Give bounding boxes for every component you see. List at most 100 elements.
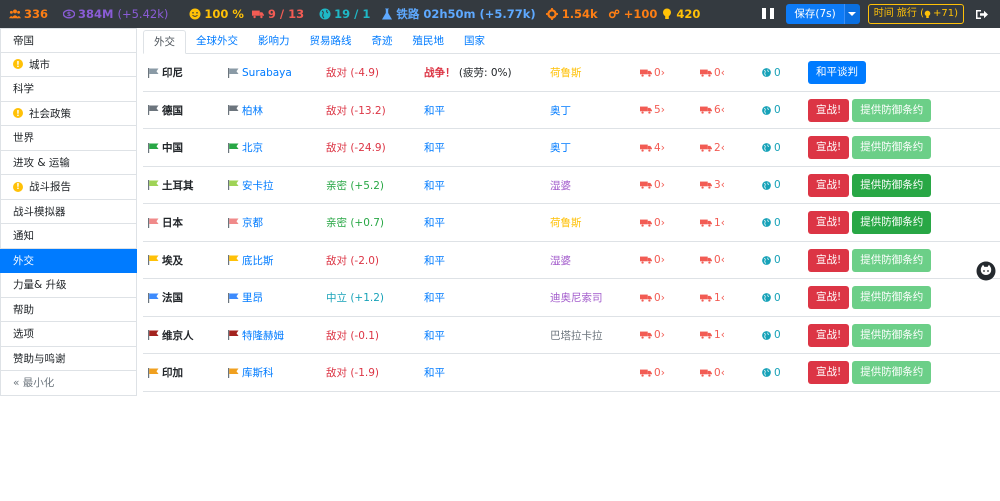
nation-name[interactable]: 印加: [148, 354, 183, 392]
github-cat-icon[interactable]: [976, 261, 996, 281]
truck-icon: [700, 256, 712, 264]
declare-war-button[interactable]: 宣战!: [808, 211, 850, 235]
nation-name[interactable]: 日本: [148, 204, 183, 242]
save-dropdown-toggle[interactable]: [843, 4, 860, 24]
defense-pact-button[interactable]: 提供防御条约: [852, 361, 932, 385]
tab[interactable]: 贸易路线: [300, 30, 362, 54]
flag-icon: [148, 330, 159, 341]
flag-icon: [148, 217, 159, 228]
money-icon: $: [62, 8, 75, 21]
capital-city[interactable]: 里昂: [228, 279, 263, 317]
diplomatic-status: 和平: [424, 367, 445, 380]
sidebar-item[interactable]: 赞助与鸣谢: [0, 346, 137, 371]
capital-city-label: 库斯科: [242, 367, 274, 380]
time-travel-button[interactable]: 时间 旅行 ( +71): [867, 4, 964, 24]
tab[interactable]: 国家: [454, 30, 495, 54]
declare-war-button[interactable]: 宣战!: [808, 136, 850, 160]
truck-icon: [252, 8, 265, 21]
capital-city[interactable]: 北京: [228, 129, 263, 167]
truck-icon: [700, 369, 712, 377]
declare-war-button[interactable]: 宣战!: [808, 323, 850, 347]
defense-pact-button[interactable]: 提供防御条约: [852, 136, 932, 160]
nation-name[interactable]: 中国: [148, 129, 183, 167]
sidebar-item[interactable]: 通知: [0, 224, 137, 249]
defense-pact-button[interactable]: 提供防御条约: [852, 98, 932, 122]
sidebar-item[interactable]: 科学: [0, 77, 137, 102]
declare-war-button[interactable]: 宣战!: [808, 248, 850, 272]
chevron-right-icon: ›: [660, 66, 665, 79]
capital-city[interactable]: 底比斯: [228, 242, 274, 280]
ideas-stat[interactable]: 420: [660, 7, 700, 21]
tab[interactable]: 奇迹: [362, 30, 403, 54]
research-stat[interactable]: 铁路 02h50m (+5.77k): [380, 6, 536, 22]
units-sent-value: 0: [654, 291, 661, 304]
capital-city[interactable]: Surabaya: [228, 54, 292, 92]
defense-pact-button[interactable]: 提供防御条约: [852, 173, 932, 197]
population-stat[interactable]: 336: [8, 7, 48, 21]
capital-city[interactable]: 京都: [228, 204, 263, 242]
sidebar-item[interactable]: 力量& 升级: [0, 273, 137, 298]
defense-pact-button[interactable]: 提供防御条约: [852, 286, 932, 310]
chevron-left-icon: ‹: [720, 179, 725, 192]
nation-name[interactable]: 土耳其: [148, 167, 194, 205]
industry-stat[interactable]: 1.54k: [546, 7, 598, 21]
sidebar-item[interactable]: ! 城市: [0, 52, 137, 77]
tab[interactable]: 影响力: [248, 30, 300, 54]
sidebar-item[interactable]: 战斗模拟器: [0, 199, 137, 224]
save-button[interactable]: 保存(7s): [786, 4, 844, 24]
happiness-stat[interactable]: 100 %: [188, 7, 244, 21]
flag-icon: [228, 330, 239, 341]
declare-war-button[interactable]: 宣战!: [808, 173, 850, 197]
nation-name-label: 维京人: [162, 329, 194, 342]
chevron-right-icon: ›: [660, 141, 665, 154]
declare-war-button[interactable]: 宣战!: [808, 98, 850, 122]
globe-icon: [762, 180, 771, 190]
flag-icon: [228, 142, 239, 153]
declare-war-button[interactable]: 宣战!: [808, 361, 850, 385]
pause-button[interactable]: [762, 8, 775, 20]
capital-city[interactable]: 柏林: [228, 92, 263, 130]
sidebar-item[interactable]: 世界: [0, 126, 137, 151]
sidebar-item[interactable]: 帝国: [0, 28, 137, 53]
war-status: 战争！: [424, 67, 456, 80]
minimize-button[interactable]: « 最小化: [0, 371, 137, 396]
defense-pact-button[interactable]: 提供防御条约: [852, 211, 932, 235]
nation-name[interactable]: 德国: [148, 92, 183, 130]
production-stat[interactable]: +100: [608, 7, 657, 21]
nation-name[interactable]: 维京人: [148, 317, 194, 355]
tab[interactable]: 殖民地: [403, 30, 455, 54]
action-buttons: 宣战! 提供防御条约: [808, 242, 934, 280]
declare-war-button[interactable]: 宣战!: [808, 286, 850, 310]
capital-city[interactable]: 特隆赫姆: [228, 317, 284, 355]
peace-talks-button[interactable]: 和平谈判: [808, 61, 866, 85]
sidebar-item[interactable]: ! 社会政策: [0, 101, 137, 126]
nation-name-label: 法国: [162, 292, 183, 305]
exit-icon[interactable]: [976, 9, 992, 20]
influence-stat[interactable]: 19 / 1: [318, 7, 370, 21]
capital-city[interactable]: 安卡拉: [228, 167, 274, 205]
sidebar-item[interactable]: 选项: [0, 322, 137, 347]
sidebar-item[interactable]: ! 战斗报告: [0, 175, 137, 200]
money-stat[interactable]: $ 384M (+5.42k): [62, 7, 168, 21]
sidebar-item-label: 外交: [13, 254, 34, 267]
truck-icon: [700, 106, 712, 114]
supply-stat[interactable]: 9 / 13: [252, 7, 304, 21]
units-sent: 0 ›: [640, 167, 665, 205]
nation-name[interactable]: 法国: [148, 279, 183, 317]
capital-city[interactable]: 库斯科: [228, 354, 274, 392]
defense-pact-button[interactable]: 提供防御条约: [852, 323, 932, 347]
influence-value: 0: [774, 366, 781, 379]
units-received-value: 1: [714, 291, 721, 304]
sidebar-item[interactable]: 外交: [0, 248, 137, 273]
nation-name[interactable]: 埃及: [148, 242, 183, 280]
defense-pact-button[interactable]: 提供防御条约: [852, 248, 932, 272]
tab[interactable]: 全球外交: [186, 30, 248, 54]
sidebar-item[interactable]: 帮助: [0, 297, 137, 322]
nation-name[interactable]: 印尼: [148, 54, 183, 92]
tab[interactable]: 外交: [143, 30, 186, 54]
action-buttons: 宣战! 提供防御条约: [808, 92, 934, 130]
sidebar-item[interactable]: 进攻 & 运输: [0, 150, 137, 175]
nation-name-label: 中国: [162, 142, 183, 155]
globe-icon: [762, 143, 771, 153]
relation-value: 敌对 (-0.1): [326, 329, 380, 342]
